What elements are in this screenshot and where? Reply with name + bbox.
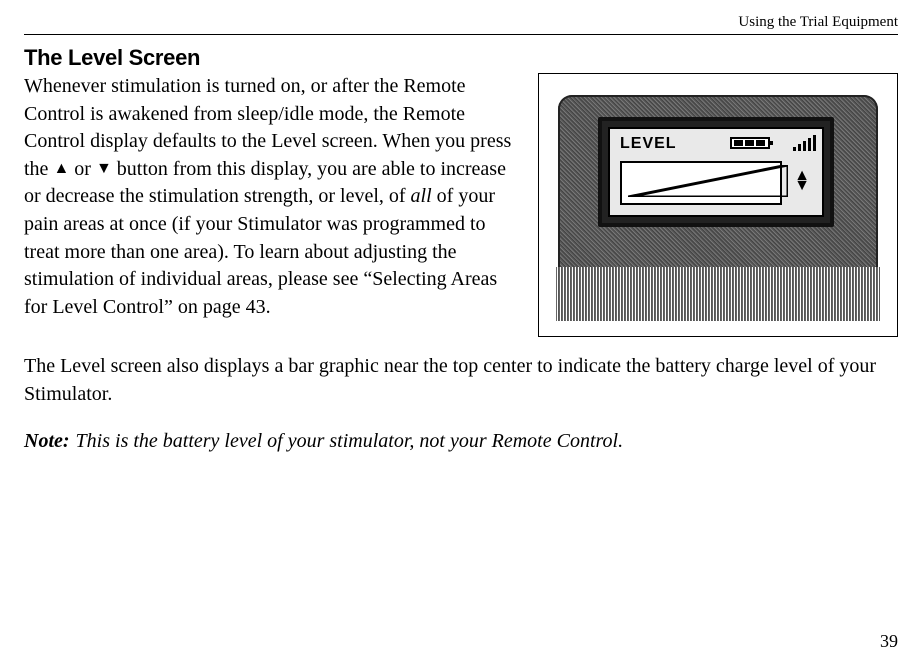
- lcd-title: LEVEL: [620, 135, 677, 153]
- down-triangle-icon: ▼: [96, 160, 112, 177]
- p1-emph-all: all: [411, 185, 432, 207]
- note-text: This is the battery level of your stimul…: [76, 430, 624, 453]
- up-down-arrows-icon: ▲ ▼: [794, 171, 810, 191]
- note-label: Note:: [24, 430, 70, 453]
- left-text-column: Whenever stimulation is turned on, or af…: [24, 73, 520, 321]
- paragraph-1: Whenever stimulation is turned on, or af…: [24, 73, 520, 321]
- page-number: 39: [880, 631, 898, 652]
- up-triangle-icon: ▲: [53, 160, 69, 177]
- battery-icon: [730, 137, 770, 149]
- device-bottom-texture: [556, 267, 880, 321]
- level-ramp-box: [620, 161, 782, 205]
- p1-text-b: or: [69, 158, 96, 180]
- paragraph-2: The Level screen also displays a bar gra…: [24, 353, 898, 408]
- header-rule: [24, 34, 898, 35]
- device-bezel: LEVEL ▲ ▼: [598, 117, 834, 227]
- device-lcd: LEVEL ▲ ▼: [608, 127, 824, 217]
- two-column-body: Whenever stimulation is turned on, or af…: [24, 73, 898, 337]
- level-ramp-icon: [628, 165, 788, 197]
- signal-icon: [793, 133, 816, 151]
- section-title: The Level Screen: [24, 45, 898, 71]
- running-head: Using the Trial Equipment: [738, 14, 898, 31]
- device-figure: LEVEL ▲ ▼: [538, 73, 898, 337]
- note-block: Note: This is the battery level of your …: [24, 430, 898, 453]
- remote-control-illustration: LEVEL ▲ ▼: [558, 95, 878, 315]
